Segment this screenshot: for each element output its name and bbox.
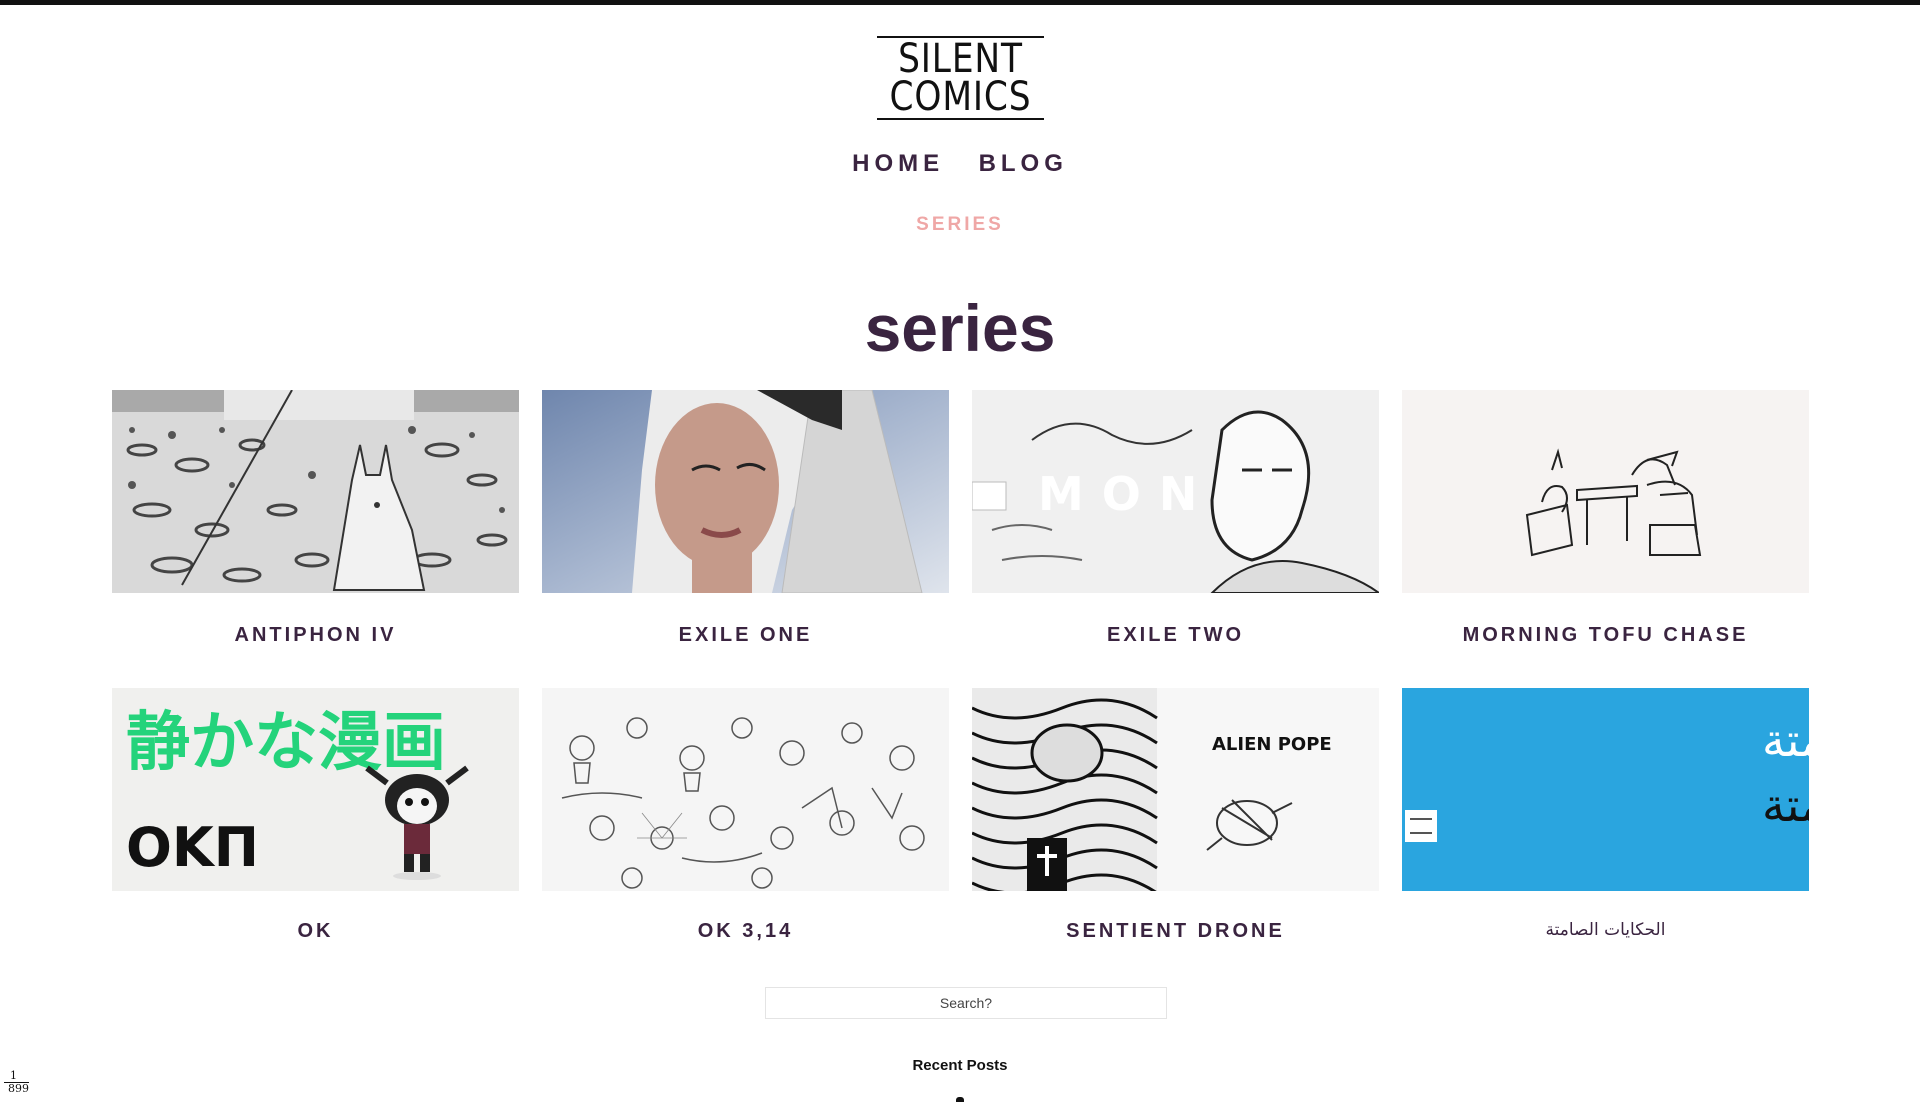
exile-one-thumbnail[interactable] [542, 390, 949, 593]
series-title[interactable]: OK 3,14 [542, 920, 949, 943]
main-navigation: HOME BLOG [0, 150, 1920, 178]
site-logo[interactable]: SILENT COMICS [877, 36, 1044, 120]
nav-blog-link[interactable]: BLOG [979, 150, 1068, 178]
series-title[interactable]: SENTIENT DRONE [972, 920, 1379, 943]
page-title: series [864, 291, 1056, 365]
ok-thumbnail[interactable]: 静かな漫画 OKΠ [112, 688, 519, 891]
arabic-thumb-text-1: الحكايات الصامتة [1762, 713, 1809, 767]
page-total: 899 [4, 1082, 29, 1095]
series-title[interactable]: MORNING TOFU CHASE [1402, 624, 1809, 647]
sentient-drone-thumbnail[interactable]: ALIEN POPE [972, 688, 1379, 891]
page-counter: 1 899 [4, 1070, 29, 1095]
logo-line-2: COMICS [889, 74, 1032, 120]
recent-post-bullet [956, 1097, 964, 1102]
arabic-series-thumbnail[interactable]: الحكايات الصامتة الحكايات الصامتة [1402, 688, 1809, 891]
nav-home-link[interactable]: HOME [852, 150, 944, 178]
page-current: 1 [10, 1069, 17, 1082]
nav-series-link[interactable]: SERIES [0, 214, 1920, 236]
search-input[interactable] [765, 987, 1167, 1019]
series-title[interactable]: EXILE ONE [542, 624, 949, 647]
ok-thumb-logo-text: OKΠ [126, 816, 259, 879]
exile-two-thumb-text: MON [1038, 467, 1215, 521]
exile-two-thumbnail[interactable]: MON [972, 390, 1379, 593]
antiphon-iv-thumbnail[interactable] [112, 390, 519, 593]
series-title[interactable]: الحكايات الصامتة [1402, 920, 1809, 940]
arabic-thumb-text-2: الحكايات الصامتة [1762, 778, 1809, 832]
series-title[interactable]: EXILE TWO [972, 624, 1379, 647]
recent-posts-heading: Recent Posts [912, 1057, 1008, 1074]
ok-3-14-thumbnail[interactable] [542, 688, 949, 891]
top-border [0, 0, 1920, 5]
series-title[interactable]: OK [112, 920, 519, 943]
series-title[interactable]: ANTIPHON IV [112, 624, 519, 647]
morning-tofu-chase-thumbnail[interactable] [1402, 390, 1809, 593]
ok-thumb-japanese-text: 静かな漫画 [126, 706, 446, 780]
logo-line-1: SILENT [898, 36, 1023, 82]
sentient-drone-thumb-text: ALIEN POPE [1212, 734, 1332, 755]
